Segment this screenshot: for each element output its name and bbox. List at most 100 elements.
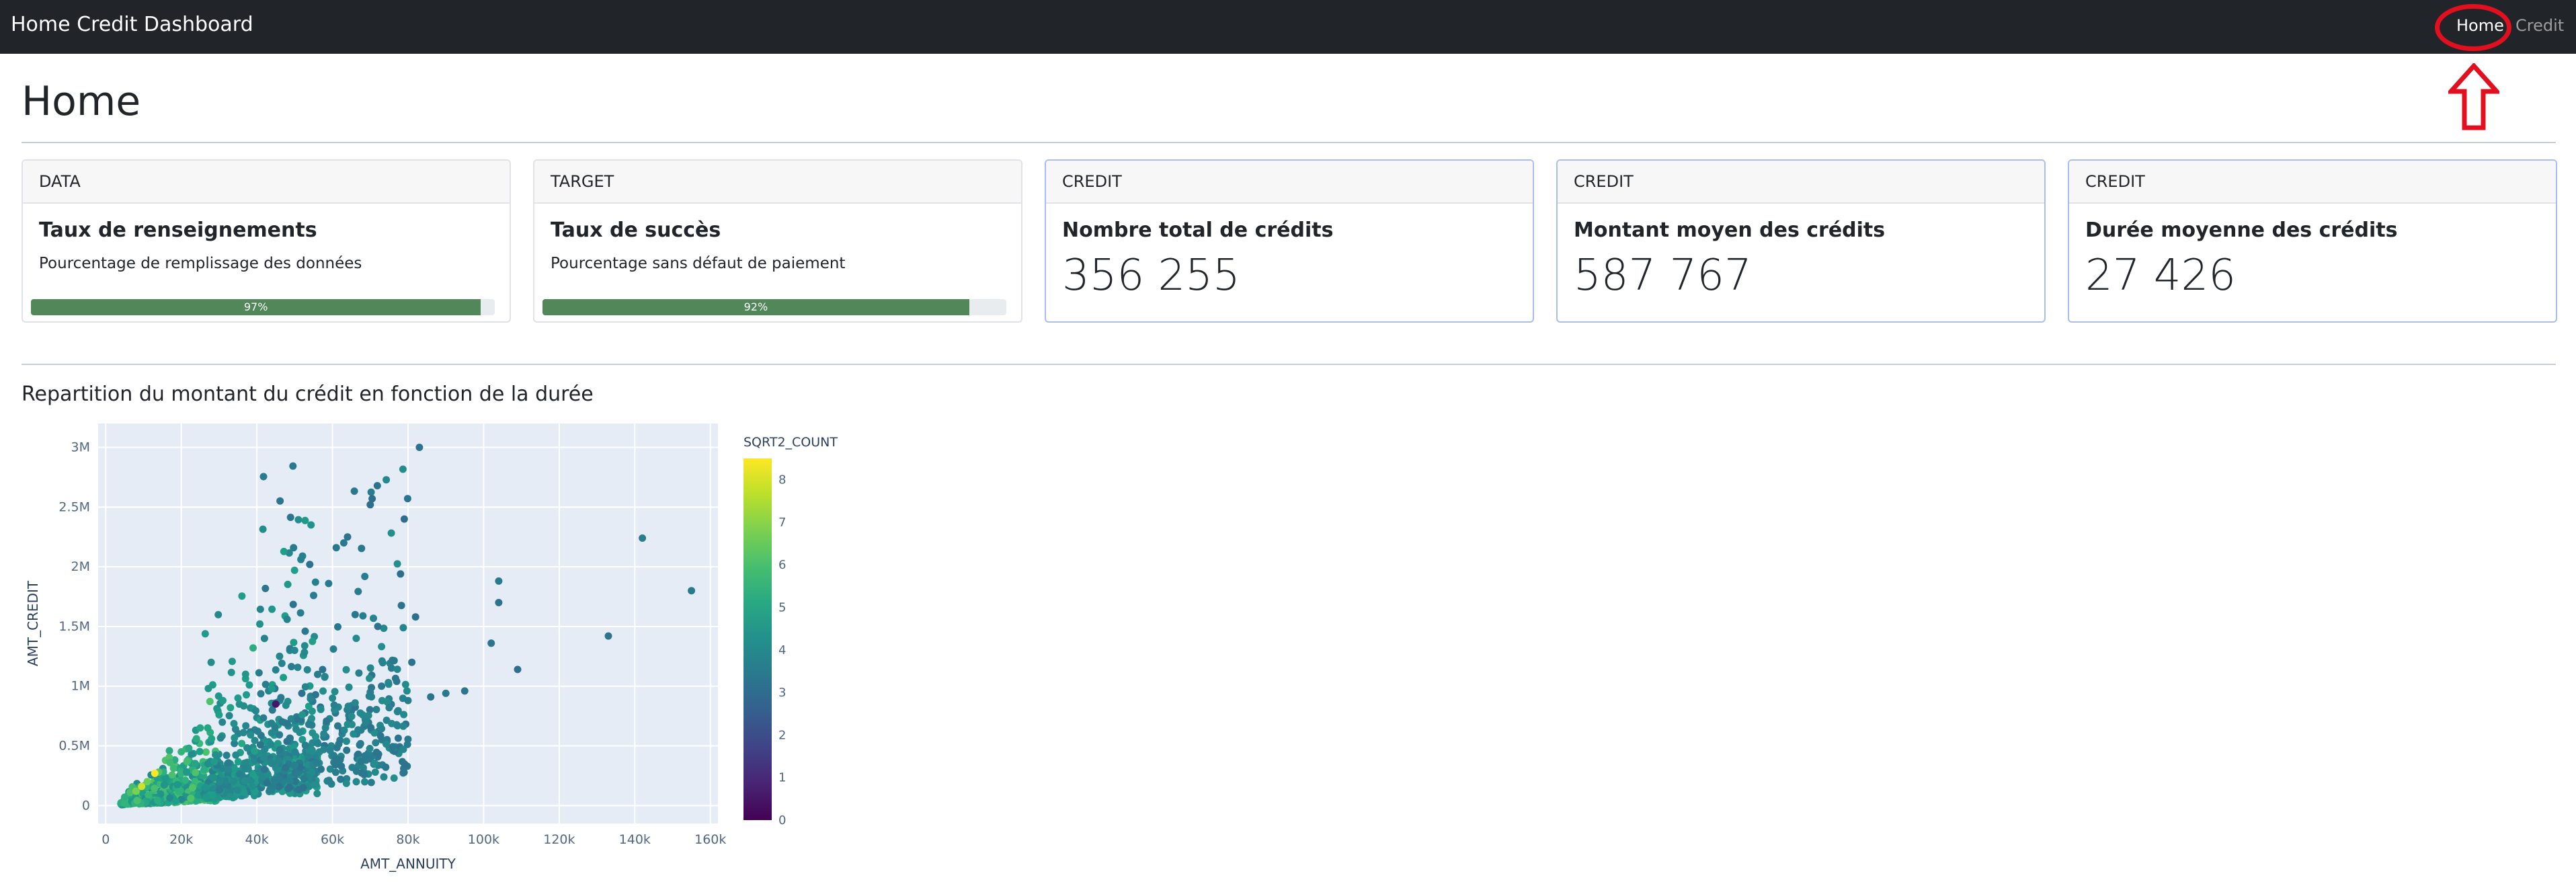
x-tick-label: 80k bbox=[396, 832, 419, 847]
scatter-point bbox=[343, 746, 351, 754]
scatter-point bbox=[393, 678, 401, 686]
scatter-point bbox=[366, 674, 373, 682]
progress-bar: 92% bbox=[542, 299, 969, 315]
scatter-point bbox=[314, 739, 322, 748]
scatter-point bbox=[235, 770, 243, 778]
scatter-point bbox=[305, 721, 313, 729]
card-text: Pourcentage de remplissage des données bbox=[39, 255, 362, 272]
scatter-point bbox=[427, 693, 435, 701]
scatter-point bbox=[280, 674, 288, 682]
scatter-point bbox=[298, 552, 307, 560]
scatter-point bbox=[310, 592, 317, 600]
scatter-point bbox=[256, 741, 264, 749]
colorbar-tick-label: 5 bbox=[778, 601, 786, 615]
navbar-brand[interactable]: Home Credit Dashboard bbox=[11, 13, 253, 36]
y-axis-title: AMT_CREDIT bbox=[25, 580, 41, 666]
scatter-point bbox=[288, 663, 295, 671]
scatter-point bbox=[330, 701, 338, 709]
scatter-point bbox=[275, 782, 283, 791]
scatter-point bbox=[248, 782, 256, 791]
scatter-point bbox=[267, 740, 275, 748]
scatter-point bbox=[371, 768, 379, 776]
scatter-point bbox=[208, 681, 216, 689]
scatter-point bbox=[309, 637, 317, 645]
scatter-point bbox=[202, 783, 210, 791]
progress-track: 97% bbox=[31, 299, 495, 315]
scatter-point bbox=[259, 754, 268, 762]
scatter-point bbox=[200, 766, 208, 774]
scatter-point bbox=[389, 743, 397, 751]
progress-track: 92% bbox=[542, 299, 1006, 315]
page-title: Home bbox=[22, 78, 141, 125]
scatter-point bbox=[376, 732, 385, 740]
scatter-point bbox=[187, 795, 195, 803]
scatter-point bbox=[372, 739, 380, 747]
x-tick-label: 40k bbox=[245, 832, 269, 847]
card-title: Montant moyen des crédits bbox=[1574, 218, 1886, 242]
scatter-point bbox=[415, 444, 424, 451]
scatter-point bbox=[354, 588, 362, 596]
card-title: Taux de succès bbox=[551, 218, 721, 242]
scatter-point bbox=[403, 495, 411, 503]
scatter-point bbox=[283, 615, 291, 623]
card-total-credits: CREDIT Nombre total de crédits 356 255 bbox=[1045, 159, 1534, 323]
scatter-point bbox=[268, 605, 276, 613]
scatter-point bbox=[138, 782, 146, 791]
colorbar-tick-label: 7 bbox=[778, 516, 786, 530]
scatter-point bbox=[393, 560, 401, 568]
x-axis-title: AMT_ANNUITY bbox=[360, 856, 456, 872]
scatter-point bbox=[393, 666, 401, 674]
scatter-point bbox=[367, 488, 375, 496]
scatter-point bbox=[403, 687, 411, 695]
scatter-point bbox=[306, 561, 314, 569]
scatter-point bbox=[289, 462, 297, 470]
scatter-point bbox=[317, 705, 325, 713]
scatter-point bbox=[401, 680, 409, 688]
scatter-point bbox=[196, 724, 204, 732]
scatter-point bbox=[388, 719, 396, 727]
scatter-point bbox=[367, 724, 375, 731]
scatter-point bbox=[313, 759, 321, 767]
y-tick-label: 1M bbox=[71, 679, 90, 694]
scatter-point bbox=[301, 683, 309, 691]
scatter-point bbox=[241, 764, 249, 772]
card-text: Pourcentage sans défaut de paiement bbox=[551, 255, 846, 272]
scatter-point bbox=[378, 643, 386, 651]
scatter-point bbox=[334, 623, 341, 631]
nav-link-credit[interactable]: Credit bbox=[2515, 16, 2564, 35]
scatter-point bbox=[299, 784, 307, 792]
scatter-point bbox=[132, 787, 140, 795]
colorbar-tick-label: 0 bbox=[778, 813, 786, 828]
scatter-point bbox=[256, 605, 264, 613]
scatter-point bbox=[311, 781, 319, 789]
card-value: 587 767 bbox=[1574, 251, 1752, 300]
scatter-point bbox=[300, 642, 309, 650]
scatter-point bbox=[408, 658, 416, 666]
scatter-point bbox=[399, 769, 407, 777]
scatter-point bbox=[268, 684, 276, 692]
scatter-chart[interactable]: 0 20k 40k 60k 80k 100k 120k 140k 160k 0 0.5M 1M 1.5M… bbox=[0, 410, 874, 881]
scatter-point bbox=[276, 652, 284, 660]
scatter-point bbox=[411, 613, 419, 621]
x-tick-label: 60k bbox=[321, 832, 344, 847]
scatter-point bbox=[342, 666, 350, 674]
scatter-point bbox=[238, 739, 246, 748]
scatter-point bbox=[212, 751, 220, 759]
y-tick-label: 2M bbox=[71, 559, 90, 574]
scatter-point bbox=[307, 521, 315, 529]
scatter-point bbox=[230, 719, 238, 727]
scatter-point bbox=[216, 734, 225, 742]
scatter-point bbox=[224, 766, 232, 774]
scatter-point bbox=[321, 724, 329, 732]
scatter-point bbox=[182, 768, 190, 776]
navbar: Home Credit Dashboard Home Credit bbox=[0, 0, 2576, 54]
scatter-point bbox=[204, 724, 212, 732]
scatter-point bbox=[329, 645, 337, 653]
scatter-point bbox=[300, 775, 308, 782]
scatter-point bbox=[268, 729, 276, 737]
scatter-point bbox=[183, 758, 191, 766]
scatter-point bbox=[344, 702, 352, 711]
scatter-point bbox=[283, 737, 291, 746]
scatter-point bbox=[442, 689, 450, 697]
scatter-point bbox=[303, 666, 311, 674]
